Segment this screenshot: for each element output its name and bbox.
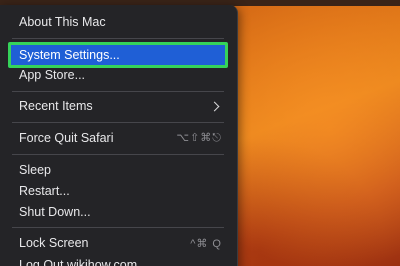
apple-menu-dropdown: About This Mac System Settings... App St… (0, 5, 238, 266)
menu-item-recent-items[interactable]: Recent Items (8, 95, 228, 117)
menu-item-label: Shut Down... (19, 205, 91, 219)
menu-item-label: Log Out wikihow.com... (19, 258, 148, 266)
menu-item-label: System Settings... (19, 48, 120, 62)
menu-item-label: Sleep (19, 163, 51, 177)
menu-item-label: App Store... (19, 68, 86, 82)
menu-item-label: Restart... (19, 184, 70, 198)
menu-item-lock-screen[interactable]: Lock Screen ^⌘ Q (8, 232, 228, 254)
menu-item-restart[interactable]: Restart... (8, 180, 228, 202)
menu-item-label: Lock Screen (19, 236, 89, 250)
menu-separator (12, 38, 224, 39)
menu-item-log-out[interactable]: Log Out wikihow.com... (8, 254, 228, 266)
menu-item-shut-down[interactable]: Shut Down... (8, 201, 228, 223)
menu-separator (12, 91, 224, 92)
menu-item-about-this-mac[interactable]: About This Mac (8, 11, 228, 33)
menu-item-sleep[interactable]: Sleep (8, 159, 228, 181)
menu-item-force-quit-safari[interactable]: Force Quit Safari ⌥⇧⌘⎋ (8, 127, 228, 149)
menu-separator (12, 122, 224, 123)
chevron-right-icon (209, 101, 220, 111)
menu-separator (12, 227, 224, 228)
menu-separator (12, 154, 224, 155)
menu-item-label: Recent Items (19, 99, 93, 113)
menu-item-label: Force Quit Safari (19, 131, 114, 145)
desktop-wallpaper: About This Mac System Settings... App St… (0, 0, 400, 266)
keyboard-shortcut: ^⌘ Q (190, 237, 222, 250)
menu-item-app-store[interactable]: App Store... (8, 64, 228, 86)
keyboard-shortcut: ⌥⇧⌘⎋ (176, 132, 222, 144)
menu-item-label: About This Mac (19, 15, 106, 29)
